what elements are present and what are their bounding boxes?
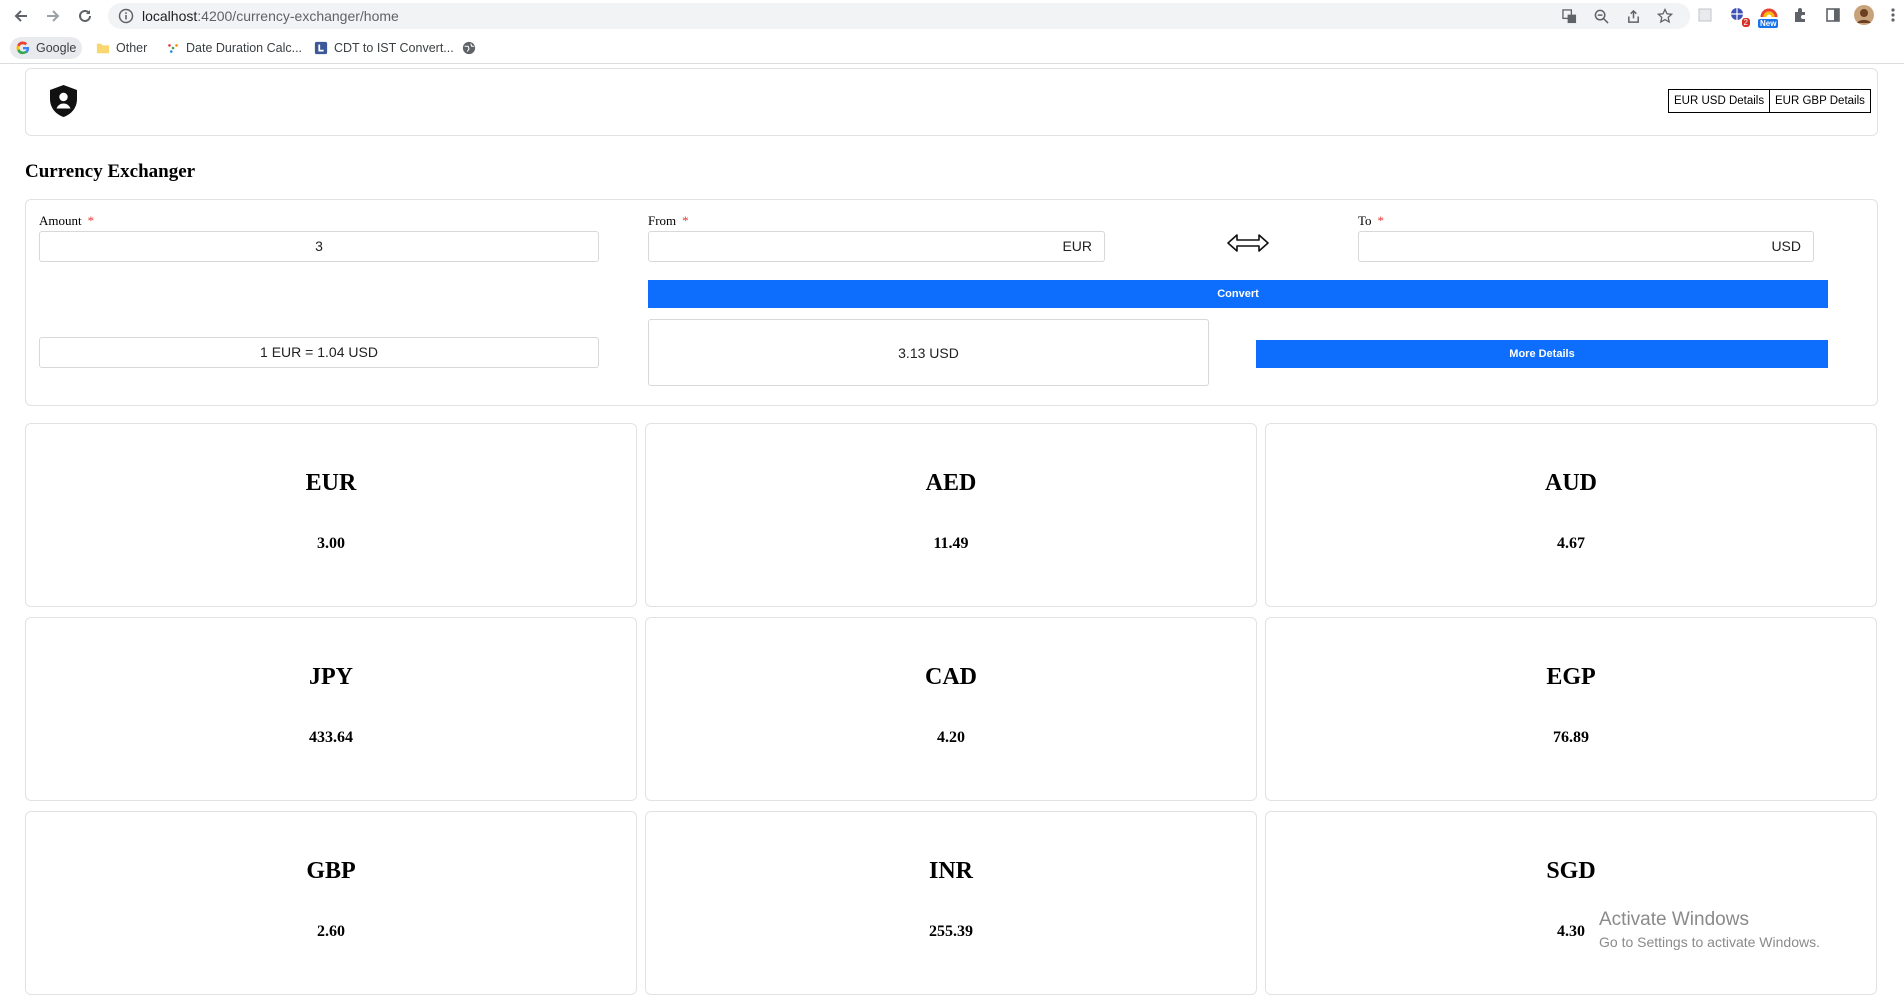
currency-value: 3.00 (317, 535, 345, 552)
from-currency-select[interactable]: EUR (648, 231, 1105, 262)
currency-value: 255.39 (929, 923, 973, 940)
back-button[interactable] (9, 4, 33, 28)
extension-new-icon[interactable]: New (1758, 4, 1780, 28)
side-panel-icon[interactable] (1822, 4, 1844, 26)
shield-user-icon[interactable] (48, 84, 79, 123)
browser-toolbar: localhost:4200/currency-exchanger/home 2… (0, 0, 1904, 32)
bookmark-google[interactable]: Google (10, 37, 83, 59)
translate-icon[interactable] (1561, 8, 1577, 24)
bookmark-label: Other (116, 41, 148, 55)
currency-value: 11.49 (933, 535, 969, 552)
extension-badge-icon[interactable]: 2 (1727, 4, 1750, 27)
amount-input[interactable]: 3 (39, 231, 599, 262)
currency-code: INR (928, 858, 973, 884)
bookmark-label: CDT to IST Convert... (334, 41, 454, 55)
bookmark-globe[interactable] (456, 37, 482, 59)
eur-usd-details-button[interactable]: EUR USD Details (1668, 89, 1771, 113)
profile-avatar[interactable] (1853, 4, 1875, 26)
watermark-subtitle: Go to Settings to activate Windows. (1599, 934, 1820, 950)
currency-card-eur: EUR 3.00 (25, 423, 637, 607)
menu-dots-icon[interactable] (1882, 4, 1904, 26)
page-title: Currency Exchanger (25, 161, 196, 182)
required-marker: * (682, 213, 689, 228)
puzzle-icon[interactable] (1790, 4, 1812, 26)
zoom-icon[interactable] (1593, 8, 1609, 24)
amount-label-text: Amount (39, 213, 82, 228)
bookmark-label: Date Duration Calc... (186, 41, 303, 55)
currency-value: 4.67 (1557, 535, 1585, 552)
swap-arrows-icon[interactable] (1227, 233, 1269, 258)
bookmark-date-duration[interactable]: Date Duration Calc... (160, 37, 308, 59)
url-path: :4200/currency-exchanger/home (197, 8, 399, 24)
to-label: To * (1358, 213, 1384, 229)
to-currency-select[interactable]: USD (1358, 231, 1814, 262)
bookmark-cdt-ist[interactable]: CDT to IST Convert... (308, 37, 460, 59)
currency-value: 2.60 (317, 923, 345, 940)
currency-value: 76.89 (1553, 729, 1589, 746)
conversion-result: 3.13 USD (648, 319, 1209, 386)
currency-code: CAD (925, 664, 977, 690)
currency-card-aud: AUD 4.67 (1265, 423, 1877, 607)
google-icon (16, 41, 30, 55)
from-label-text: From (648, 213, 677, 228)
watermark-title: Activate Windows (1599, 909, 1749, 930)
converter-form: Amount * 3 From * EUR To * USD Convert 1 EU… (25, 199, 1878, 406)
amount-label: Amount * (39, 213, 94, 229)
currency-code: SGD (1546, 858, 1596, 884)
forward-arrow-icon (47, 10, 60, 22)
currency-card-aed: AED 11.49 (645, 423, 1257, 607)
currency-card-cad: CAD 4.20 (645, 617, 1257, 801)
currency-code: GBP (306, 858, 356, 884)
activation-watermark: Activate Windows Go to Settings to activ… (1599, 909, 1820, 950)
currency-code: AUD (1545, 470, 1597, 496)
reload-button[interactable] (73, 4, 97, 28)
bookmarks-bar: Google Other Date Duration Calc... CDT t… (0, 34, 1904, 62)
browser-chrome: localhost:4200/currency-exchanger/home 2… (0, 0, 1904, 64)
extension-blank-icon[interactable] (1694, 4, 1716, 26)
extension-new-badge: New (1758, 19, 1779, 28)
required-marker: * (1377, 213, 1385, 228)
currency-code: JPY (309, 664, 353, 690)
currency-card-gbp: GBP 2.60 (25, 811, 637, 995)
currency-value: 4.20 (937, 729, 965, 746)
currency-card-inr: INR 255.39 (645, 811, 1257, 995)
currency-card-egp: EGP 76.89 (1265, 617, 1877, 801)
star-icon[interactable] (1657, 8, 1673, 24)
share-icon[interactable] (1625, 8, 1641, 24)
from-label: From * (648, 213, 689, 229)
currency-card-sgd: SGD 4.30 (1265, 811, 1877, 995)
address-bar[interactable]: localhost:4200/currency-exchanger/home (108, 3, 1690, 29)
exchange-rate-text: 1 EUR = 1.04 USD (260, 344, 378, 360)
app-header: EUR USD Details EUR GBP Details (25, 68, 1878, 136)
required-marker: * (87, 213, 95, 228)
folder-icon (96, 43, 110, 54)
bookmark-other[interactable]: Other (90, 37, 153, 59)
from-value: EUR (1062, 238, 1092, 254)
reload-icon (79, 9, 91, 22)
exchange-rate-display: 1 EUR = 1.04 USD (39, 337, 599, 368)
currency-code: EGP (1546, 664, 1596, 690)
eur-gbp-details-button[interactable]: EUR GBP Details (1769, 89, 1871, 113)
clock-icon (314, 41, 328, 55)
currency-code: EUR (305, 470, 357, 496)
to-label-text: To (1358, 213, 1372, 228)
convert-button[interactable]: Convert (648, 280, 1828, 308)
bookmark-label: Google (36, 41, 77, 55)
amount-value: 3 (315, 238, 323, 254)
url-host: localhost (142, 8, 198, 24)
forward-button[interactable] (41, 4, 65, 28)
currency-card-jpy: JPY 433.64 (25, 617, 637, 801)
calendar-icon (168, 44, 178, 53)
extension-badge-count: 2 (1741, 18, 1750, 27)
more-details-button[interactable]: More Details (1256, 340, 1828, 368)
back-arrow-icon (14, 10, 27, 22)
currency-value: 433.64 (309, 729, 353, 746)
conversion-result-text: 3.13 USD (898, 344, 959, 361)
info-icon[interactable] (118, 8, 134, 24)
globe-icon (462, 41, 476, 55)
currency-code: AED (925, 470, 977, 496)
to-value: USD (1771, 238, 1801, 254)
url-text[interactable]: localhost:4200/currency-exchanger/home (142, 8, 399, 24)
